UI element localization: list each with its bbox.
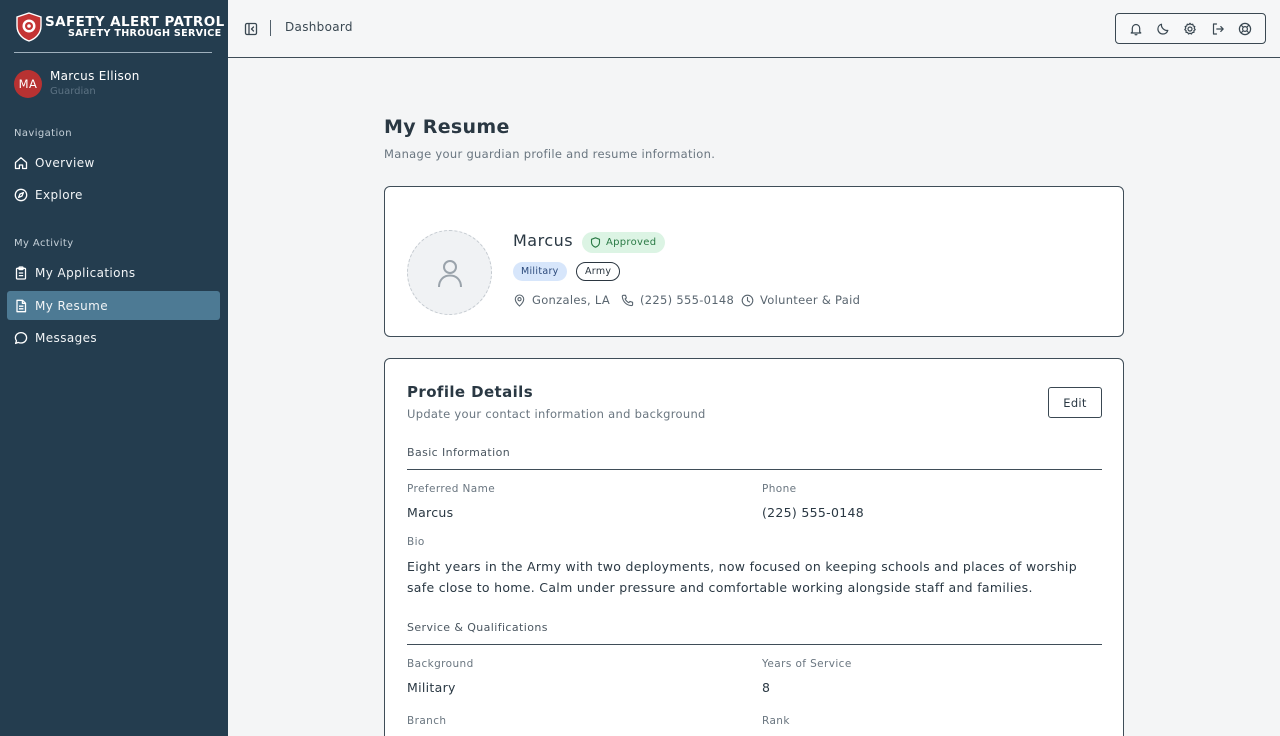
phone-value: (225) 555-0148 (762, 505, 864, 520)
background-value: Military (407, 680, 456, 695)
brand-logo-lockup[interactable]: SAFETY ALERT PATROL SAFETY THROUGH SERVI… (14, 11, 224, 51)
branch-tag: Army (576, 262, 621, 281)
profile-details-card: Profile Details Update your contact info… (384, 358, 1124, 736)
phone-label: Phone (762, 483, 797, 495)
brand-subtitle: SAFETY THROUGH SERVICE (68, 28, 222, 39)
page-title: My Resume (384, 116, 510, 138)
background-label: Background (407, 658, 474, 670)
phone-text: (225) 555-0148 (640, 293, 735, 307)
status-label: Approved (606, 237, 657, 248)
sidebar-item-overview[interactable]: Overview (7, 148, 220, 177)
sidebar-item-resume[interactable]: My Resume (7, 291, 220, 320)
brand-divider (14, 52, 212, 53)
user-name: Marcus Ellison (50, 69, 140, 83)
profile-phone: (225) 555-0148 (621, 293, 734, 307)
profile-name: Marcus (513, 231, 574, 250)
home-icon (14, 156, 28, 170)
edit-button[interactable]: Edit (1048, 387, 1102, 418)
sidebar-item-label: Overview (35, 155, 95, 170)
document-icon (14, 299, 28, 313)
profile-availability: Volunteer & Paid (741, 293, 860, 307)
gear-icon[interactable] (1183, 22, 1197, 36)
years-of-service-label: Years of Service (762, 658, 852, 670)
bell-icon[interactable] (1129, 22, 1143, 36)
bio-value: Eight years in the Army with two deploym… (407, 559, 1077, 595)
profile-photo-placeholder[interactable] (407, 230, 492, 315)
years-of-service-value: 8 (762, 680, 771, 695)
header-divider (270, 20, 271, 36)
details-title: Profile Details (407, 383, 534, 401)
bio-label: Bio (407, 536, 425, 548)
section-divider (407, 469, 1102, 470)
sidebar-item-label: My Resume (35, 298, 108, 313)
clock-icon (741, 294, 754, 306)
preferred-name-label: Preferred Name (407, 483, 496, 495)
service-heading: Service & Qualifications (407, 621, 548, 634)
top-header: Dashboard (228, 0, 1280, 58)
moon-icon[interactable] (1156, 22, 1170, 36)
help-icon[interactable] (1238, 22, 1252, 36)
chat-icon (14, 331, 28, 345)
shield-icon (590, 237, 601, 248)
sidebar-item-messages[interactable]: Messages (7, 323, 220, 352)
sidebar: SAFETY ALERT PATROL SAFETY THROUGH SERVI… (0, 0, 228, 736)
logout-icon[interactable] (1211, 22, 1225, 36)
map-pin-icon (514, 293, 525, 307)
avatar: MA (14, 70, 42, 98)
shield-logo-icon (16, 12, 42, 42)
compass-icon (14, 188, 28, 202)
profile-summary-card: Marcus Approved Military Army Gonzales, … (384, 186, 1124, 337)
sidebar-item-label: Explore (35, 187, 83, 202)
location-text: Gonzales, LA (532, 293, 611, 307)
status-badge: Approved (582, 232, 666, 253)
user-icon (437, 259, 462, 287)
branch-label: Branch (407, 715, 447, 727)
basic-info-heading: Basic Information (407, 446, 511, 459)
sidebar-item-label: Messages (35, 330, 98, 345)
activity-group-label: My Activity (14, 238, 74, 249)
nav-group-label: Navigation (14, 128, 72, 139)
preferred-name-value: Marcus (407, 505, 454, 520)
sidebar-item-applications[interactable]: My Applications (7, 258, 220, 287)
sidebar-toggle-icon[interactable] (244, 21, 258, 36)
user-role: Guardian (50, 86, 96, 97)
sidebar-item-explore[interactable]: Explore (7, 180, 220, 209)
phone-icon (621, 294, 634, 306)
breadcrumb[interactable]: Dashboard (285, 20, 353, 34)
sidebar-item-label: My Applications (35, 265, 136, 280)
header-actions (1115, 13, 1266, 44)
user-profile: MA Marcus Ellison Guardian (14, 68, 214, 102)
profile-location: Gonzales, LA (513, 293, 610, 307)
rank-label: Rank (762, 715, 790, 727)
clipboard-icon (14, 265, 28, 280)
page-subtitle: Manage your guardian profile and resume … (384, 147, 716, 161)
section-divider (407, 644, 1102, 645)
availability-text: Volunteer & Paid (760, 293, 861, 307)
details-subtitle: Update your contact information and back… (407, 407, 706, 421)
background-tag: Military (513, 262, 567, 281)
